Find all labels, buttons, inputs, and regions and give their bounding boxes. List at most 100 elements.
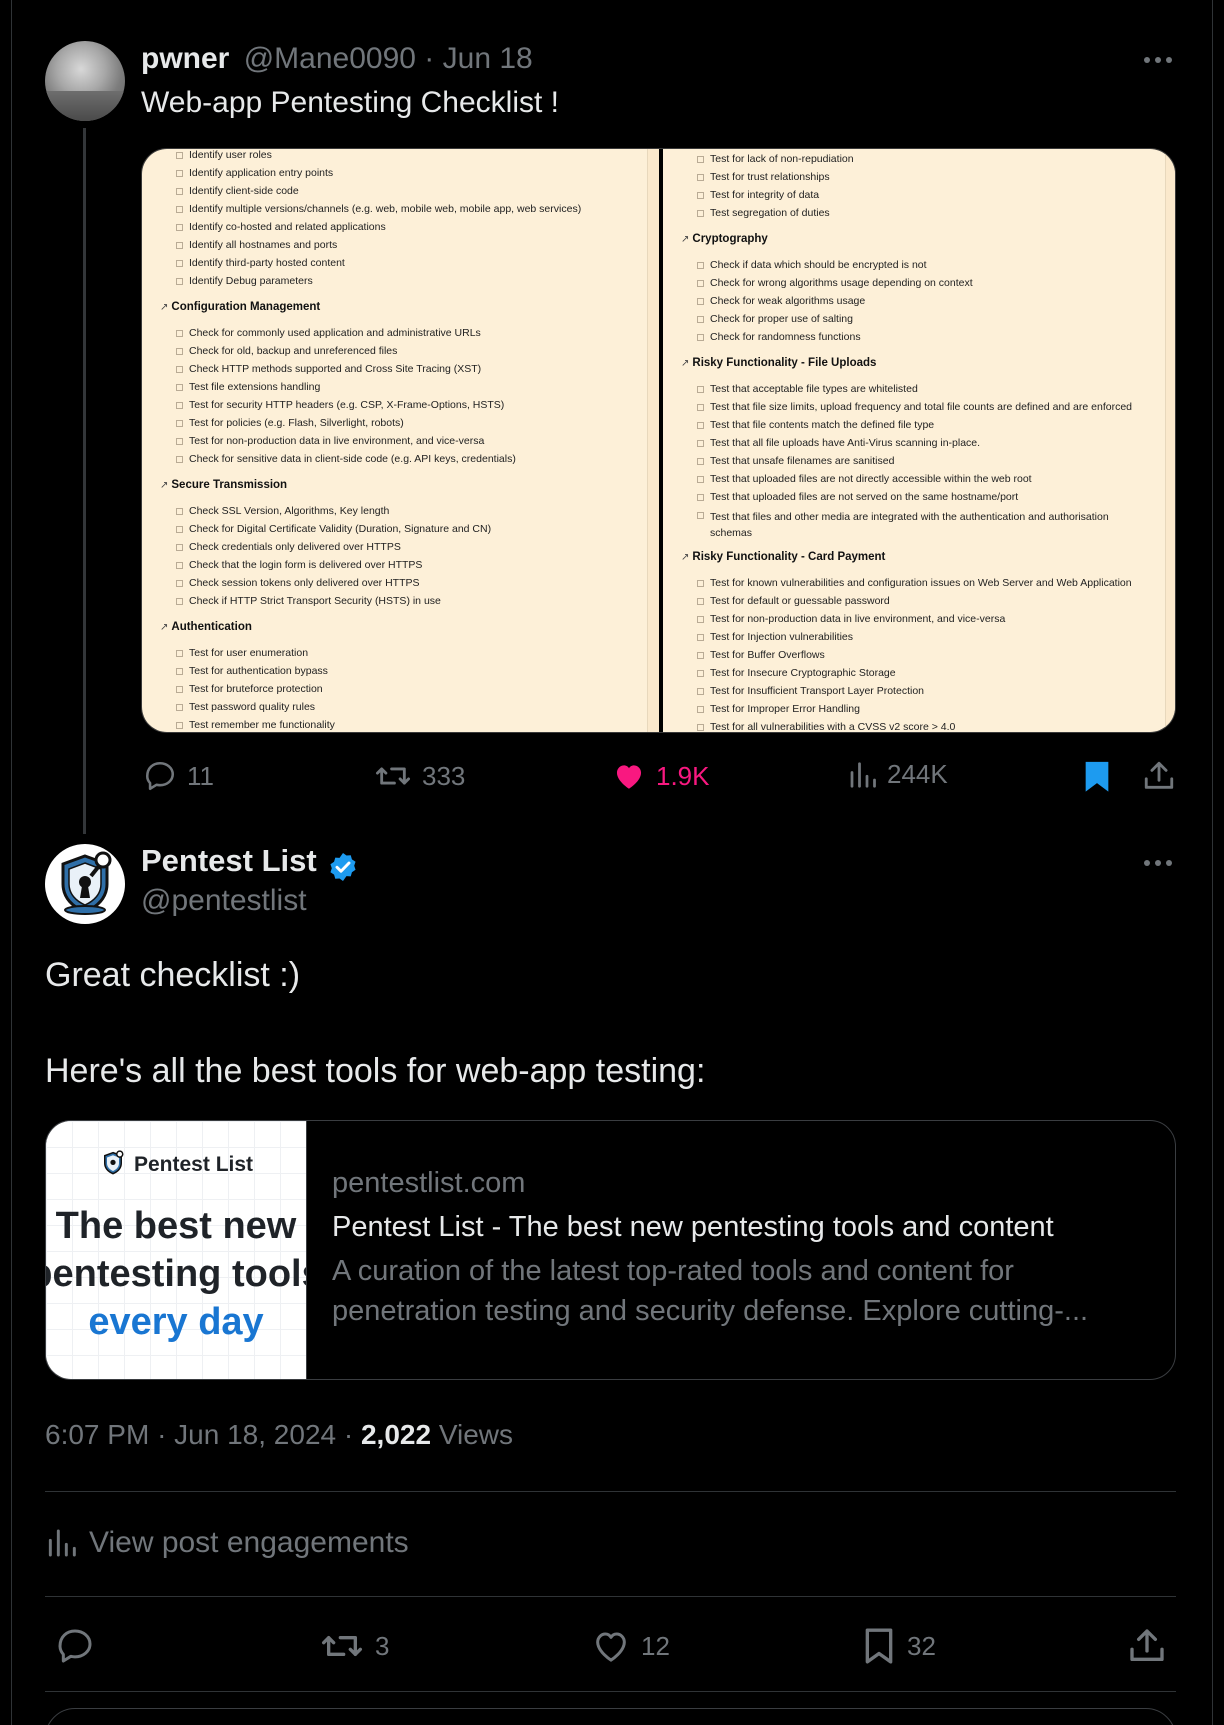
checklist-item: Test that unsafe filenames are sanitised bbox=[697, 455, 894, 467]
analytics-icon bbox=[48, 1529, 76, 1557]
repost-button[interactable]: 3 bbox=[319, 1626, 389, 1666]
checklist-item: Check that the login form is delivered o… bbox=[176, 559, 422, 571]
checklist-item: Test for policies (e.g. Flash, Silverlig… bbox=[176, 417, 404, 429]
bookmark-button[interactable]: 32 bbox=[861, 1626, 936, 1666]
checklist-item: Test for authentication bypass bbox=[176, 665, 328, 677]
checkbox-icon bbox=[697, 458, 704, 465]
checkbox-icon bbox=[697, 440, 704, 447]
like-count: 12 bbox=[641, 1630, 670, 1661]
checkbox-icon bbox=[176, 668, 183, 675]
author-handle[interactable]: @pentestlist bbox=[141, 884, 307, 918]
checkbox-icon bbox=[697, 688, 704, 695]
post-date[interactable]: Jun 18, 2024 bbox=[174, 1419, 336, 1450]
post-header: pwner @Mane0090 · Jun 18 bbox=[141, 42, 533, 76]
link-preview-card[interactable]: Pentest List The best new pentesting too… bbox=[45, 1120, 1176, 1380]
checkbox-icon bbox=[176, 438, 183, 445]
thread-connector-line bbox=[83, 128, 86, 834]
divider bbox=[45, 1491, 1176, 1492]
checkbox-icon bbox=[697, 512, 704, 519]
like-button[interactable]: 1.9K bbox=[612, 759, 710, 793]
shield-logo-icon bbox=[61, 851, 112, 915]
link-icon: ↗ bbox=[681, 358, 690, 369]
checkbox-icon bbox=[176, 278, 183, 285]
checklist-item: Check for commonly used application and … bbox=[176, 327, 481, 339]
checklist-item: Identify all hostnames and ports bbox=[176, 239, 337, 251]
checkbox-icon bbox=[697, 652, 704, 659]
checklist-item: Test for Improper Error Handling bbox=[697, 703, 860, 715]
checkbox-icon bbox=[697, 298, 704, 305]
author-name[interactable]: pwner bbox=[141, 42, 229, 75]
checklist-section-heading: ↗ Risky Functionality - File Uploads bbox=[681, 357, 877, 369]
repost-icon bbox=[375, 767, 410, 785]
checklist-item: Test that file size limits, upload frequ… bbox=[697, 401, 1132, 413]
post-header: Pentest List bbox=[141, 843, 359, 883]
checkbox-icon bbox=[176, 562, 183, 569]
post-date[interactable]: Jun 18 bbox=[443, 42, 533, 75]
checkbox-icon bbox=[176, 170, 183, 177]
checklist-item: Check session tokens only delivered over… bbox=[176, 577, 420, 589]
checklist-item: Test segregation of duties bbox=[697, 207, 830, 219]
checkbox-icon bbox=[697, 598, 704, 605]
checklist-item: Test for non-production data in live env… bbox=[697, 613, 1005, 625]
views-button[interactable]: 244K bbox=[847, 759, 948, 790]
reply-button[interactable]: 11 bbox=[143, 759, 214, 793]
checklist-item: Test for security HTTP headers (e.g. CSP… bbox=[176, 399, 504, 411]
share-button[interactable] bbox=[1142, 759, 1176, 798]
author-handle[interactable]: @Mane0090 bbox=[244, 42, 416, 75]
checkbox-icon bbox=[176, 188, 183, 195]
more-icon[interactable] bbox=[1138, 848, 1178, 878]
checklist-item: Check SSL Version, Algorithms, Key lengt… bbox=[176, 505, 389, 517]
checkbox-icon bbox=[697, 616, 704, 623]
repost-count: 333 bbox=[422, 760, 466, 791]
post-image[interactable]: Identify user roles Identify application … bbox=[141, 148, 1176, 733]
view-engagements-link[interactable]: View post engagements bbox=[45, 1526, 409, 1560]
checklist-item: Test for Insecure Cryptographic Storage bbox=[697, 667, 896, 679]
reply-composer[interactable] bbox=[45, 1708, 1176, 1725]
share-button[interactable] bbox=[1127, 1626, 1167, 1666]
checkbox-icon bbox=[176, 366, 183, 373]
like-icon bbox=[616, 765, 642, 789]
checklist-item: Check for wrong algorithms usage dependi… bbox=[697, 277, 973, 289]
checkbox-icon bbox=[697, 724, 704, 731]
card-description-line-2: penetration testing and security defense… bbox=[332, 1295, 1089, 1327]
avatar[interactable] bbox=[45, 844, 125, 924]
checklist-item: Check if data which should be encrypted … bbox=[697, 259, 927, 271]
author-name[interactable]: Pentest List bbox=[141, 843, 317, 878]
bookmark-icon bbox=[1085, 761, 1109, 792]
checkbox-icon bbox=[176, 686, 183, 693]
card-image-line-3: every day bbox=[88, 1301, 264, 1343]
checkbox-icon bbox=[697, 174, 704, 181]
post-metadata: 6:07 PM · Jun 18, 2024 · 2,022 Views bbox=[45, 1419, 514, 1450]
checklist-item: Test password quality rules bbox=[176, 701, 315, 713]
checkbox-icon bbox=[176, 384, 183, 391]
reply-count: 11 bbox=[187, 760, 214, 791]
more-icon[interactable] bbox=[1138, 45, 1178, 75]
checkbox-icon bbox=[697, 404, 704, 411]
card-title: Pentest List - The best new pentesting t… bbox=[332, 1211, 1054, 1243]
card-image-line-1: The best new bbox=[55, 1205, 297, 1247]
checkbox-icon bbox=[697, 706, 704, 713]
checklist-item: Test for bruteforce protection bbox=[176, 683, 323, 695]
repost-button[interactable]: 333 bbox=[374, 759, 465, 793]
checkbox-icon bbox=[176, 508, 183, 515]
checkbox-icon bbox=[697, 580, 704, 587]
reply-button[interactable] bbox=[55, 1626, 95, 1666]
card-image: Pentest List The best new pentesting too… bbox=[46, 1121, 306, 1379]
checklist-item: Test for user enumeration bbox=[176, 647, 308, 659]
checkbox-icon bbox=[697, 422, 704, 429]
checkbox-icon bbox=[697, 386, 704, 393]
bookmark-button[interactable] bbox=[1082, 759, 1112, 798]
repost-icon bbox=[321, 1636, 362, 1656]
link-icon: ↗ bbox=[160, 302, 169, 313]
checklist-item: Check if HTTP Strict Transport Security … bbox=[176, 595, 441, 607]
avatar[interactable] bbox=[45, 41, 125, 121]
post-time[interactable]: 6:07 PM bbox=[45, 1419, 149, 1450]
card-image-line-2: pentesting tools bbox=[46, 1253, 306, 1295]
like-button[interactable]: 12 bbox=[591, 1626, 670, 1666]
checklist-item: Test for Insufficient Transport Layer Pr… bbox=[697, 685, 924, 697]
reply-text-line-2: Here's all the best tools for web-app te… bbox=[45, 1052, 706, 1090]
post-text: Web-app Pentesting Checklist ! bbox=[141, 86, 559, 119]
checkbox-icon bbox=[176, 242, 183, 249]
checklist-section-heading: ↗ Authentication bbox=[160, 621, 252, 633]
checkbox-icon bbox=[176, 544, 183, 551]
